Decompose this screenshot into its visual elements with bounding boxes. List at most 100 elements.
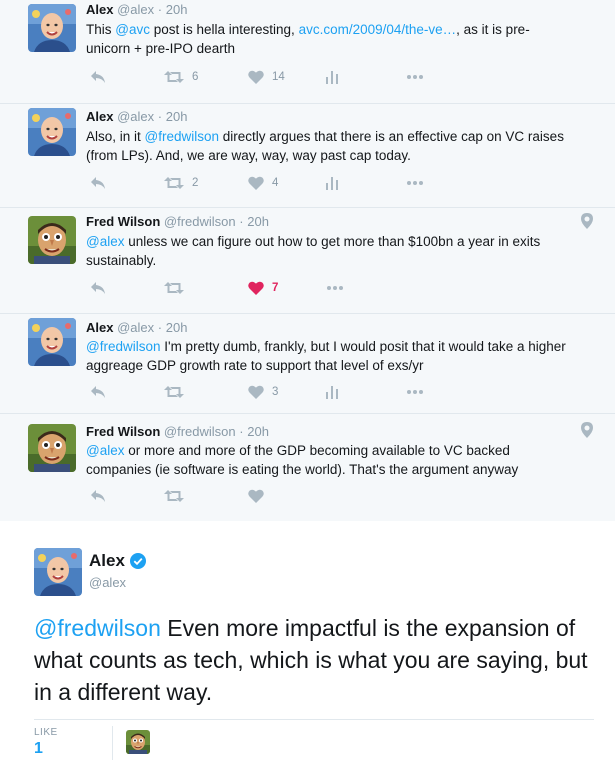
tweet[interactable]: Alex @alex · 20h @fredwilson I'm pretty … [0, 314, 615, 414]
like-icon [248, 70, 264, 84]
user-handle[interactable]: @alex [89, 575, 126, 590]
mention-link[interactable]: @alex [86, 443, 124, 458]
like-button[interactable]: 4 [248, 174, 278, 192]
tweet-header: Alex @alex · 20h [86, 2, 187, 18]
more-icon [326, 285, 344, 291]
more-icon [406, 74, 424, 80]
user-handle[interactable]: @alex [117, 2, 154, 17]
tweet-header: Fred Wilson @fredwilson · 20h [86, 424, 269, 440]
retweet-button[interactable] [164, 279, 192, 297]
timestamp[interactable]: 20h [166, 320, 188, 335]
like-count: 7 [272, 282, 279, 294]
user-handle[interactable]: @fredwilson [164, 214, 236, 229]
like-icon [248, 385, 264, 399]
reply-icon [90, 70, 106, 84]
divider [112, 726, 113, 760]
tweet-text: Also, in it @fredwilson directly argues … [86, 127, 566, 165]
more-button[interactable] [326, 279, 344, 297]
separator: · [157, 2, 163, 17]
user-name[interactable]: Alex [89, 551, 146, 571]
analytics-button[interactable] [326, 383, 338, 401]
analytics-button[interactable] [326, 174, 338, 192]
timestamp[interactable]: 20h [166, 2, 188, 17]
user-name[interactable]: Alex [86, 2, 113, 17]
like-button[interactable] [248, 487, 264, 505]
reply-icon [90, 489, 106, 503]
like-count: 4 [272, 177, 279, 189]
likes-count[interactable]: 1 [34, 740, 43, 758]
like-count: 3 [272, 386, 279, 398]
url-link[interactable]: avc.com/2009/04/the-ve… [299, 22, 457, 37]
more-button[interactable] [406, 174, 424, 192]
tweet-header: Alex @alex · 20h [86, 320, 187, 336]
user-name-label[interactable]: Alex [89, 551, 125, 571]
text-segment: unless we can figure out how to get more… [86, 234, 541, 268]
avatar[interactable] [28, 216, 76, 264]
like-button[interactable]: 7 [248, 279, 278, 297]
like-button[interactable]: 3 [248, 383, 278, 401]
retweet-button[interactable]: 6 [164, 68, 198, 86]
user-handle[interactable]: @alex [117, 109, 154, 124]
mention-link[interactable]: @avc [115, 22, 150, 37]
text-segment: This [86, 22, 116, 37]
tweet[interactable]: Fred Wilson @fredwilson · 20h @alex or m… [0, 414, 615, 521]
timestamp[interactable]: 20h [247, 214, 269, 229]
mention-link[interactable]: @fredwilson [145, 129, 219, 144]
tweet[interactable]: Fred Wilson @fredwilson · 20h @alex unle… [0, 208, 615, 314]
timestamp[interactable]: 20h [166, 109, 188, 124]
text-segment: or more and more of the GDP becoming ava… [86, 443, 519, 477]
tweet[interactable]: Alex @alex · 20h This @avc post is hella… [0, 0, 615, 104]
like-icon [248, 489, 264, 503]
reply-button[interactable] [90, 174, 106, 192]
tweet[interactable]: Alex @alex · 20h Also, in it @fredwilson… [0, 104, 615, 208]
text-segment: post is hella interesting, [149, 22, 299, 37]
separator: · [239, 214, 244, 229]
timestamp[interactable]: 20h [247, 424, 269, 439]
avatar[interactable] [28, 424, 76, 472]
avatar[interactable] [28, 318, 76, 366]
text-segment: Also, in it [86, 129, 145, 144]
like-icon [248, 176, 264, 190]
user-name[interactable]: Alex [86, 109, 113, 124]
avatar[interactable] [34, 548, 82, 596]
tweet-text: @alex unless we can figure out how to ge… [86, 232, 566, 270]
liker-avatar[interactable] [126, 730, 150, 754]
like-icon [248, 281, 264, 295]
more-icon [406, 389, 424, 395]
user-handle[interactable]: @fredwilson [164, 424, 236, 439]
avatar[interactable] [28, 4, 76, 52]
user-name[interactable]: Fred Wilson [86, 214, 160, 229]
location-pin-icon[interactable] [581, 422, 593, 438]
more-button[interactable] [406, 383, 424, 401]
likes-label: LIKE [34, 727, 58, 738]
analytics-button[interactable] [326, 68, 338, 86]
tweet-text: @alex or more and more of the GDP becomi… [86, 441, 566, 479]
retweet-count: 6 [192, 71, 199, 83]
retweet-button[interactable] [164, 487, 184, 505]
analytics-icon [326, 70, 338, 84]
reply-button[interactable] [90, 383, 106, 401]
mention-link[interactable]: @fredwilson [86, 339, 160, 354]
reply-button[interactable] [90, 279, 106, 297]
location-pin-icon[interactable] [581, 213, 593, 229]
user-name[interactable]: Fred Wilson [86, 424, 160, 439]
user-handle[interactable]: @alex [117, 320, 154, 335]
like-button[interactable]: 14 [248, 68, 285, 86]
like-count: 14 [272, 71, 285, 83]
more-button[interactable] [406, 68, 424, 86]
reply-button[interactable] [90, 68, 106, 86]
retweet-icon [164, 70, 184, 84]
separator: · [239, 424, 244, 439]
main-tweet: Alex @alex @fredwilson Even more impactf… [0, 521, 615, 773]
user-name[interactable]: Alex [86, 320, 113, 335]
avatar[interactable] [28, 108, 76, 156]
retweet-icon [164, 385, 184, 399]
more-icon [406, 180, 424, 186]
tweet-text: @fredwilson I'm pretty dumb, frankly, bu… [86, 337, 566, 375]
reply-button[interactable] [90, 487, 106, 505]
retweet-button[interactable]: 2 [164, 174, 198, 192]
retweet-icon [164, 176, 184, 190]
mention-link[interactable]: @fredwilson [34, 615, 161, 641]
mention-link[interactable]: @alex [86, 234, 124, 249]
retweet-button[interactable] [164, 383, 192, 401]
